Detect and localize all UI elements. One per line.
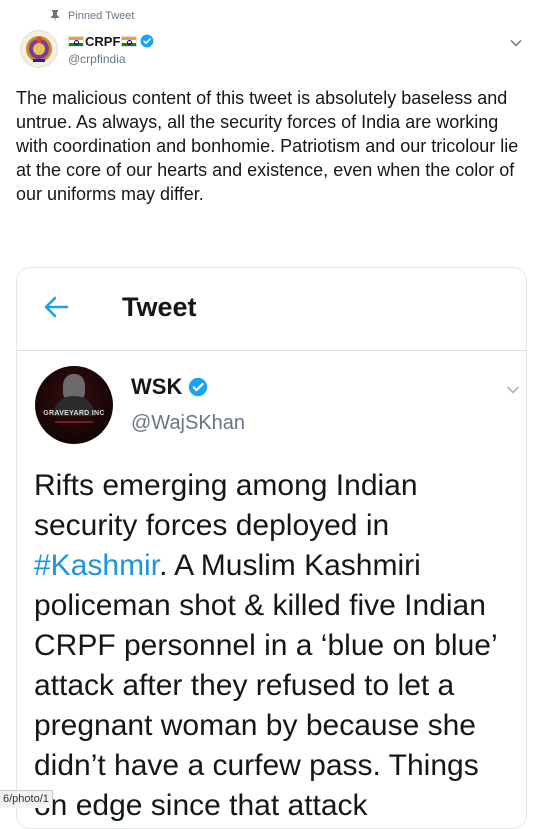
status-bar-url: 6/photo/1 bbox=[0, 790, 53, 808]
chevron-down-icon[interactable] bbox=[510, 34, 522, 47]
pinned-tweet-indicator: Pinned Tweet bbox=[50, 10, 134, 22]
screenshot-author-block: WSK @WajSKhan bbox=[131, 374, 245, 435]
screenshot-author-handle: @WajSKhan bbox=[131, 412, 246, 434]
screenshot-text-part: . A Muslim Kashmiri policeman shot & kil… bbox=[34, 549, 497, 822]
verified-badge-icon bbox=[188, 377, 208, 397]
back-arrow-icon bbox=[43, 296, 69, 318]
screenshot-author-name: WSK bbox=[131, 374, 183, 399]
verified-badge-icon bbox=[140, 34, 154, 48]
screenshot-header-title: Tweet bbox=[122, 292, 197, 322]
tweet-author-handle[interactable]: @crpfindia bbox=[68, 52, 154, 66]
pinned-tweet-label: Pinned Tweet bbox=[68, 10, 135, 22]
hashtag-link: #Kashmir bbox=[34, 549, 160, 582]
screenshot-app-header: Tweet bbox=[17, 268, 526, 351]
screenshot-text-part: Rifts emerging among Indian security for… bbox=[34, 469, 418, 542]
tweet-text: The malicious content of this tweet is a… bbox=[16, 88, 519, 204]
tweet-author-name[interactable]: CRPF bbox=[85, 34, 120, 49]
wsk-avatar: GRAVEYARD INC bbox=[35, 366, 113, 444]
india-flag-icon bbox=[121, 35, 138, 47]
tweet-author-block: CRPF @crpfindia bbox=[68, 33, 154, 66]
chevron-down-icon bbox=[506, 382, 520, 394]
avatar-logo-text: GRAVEYARD INC bbox=[43, 410, 105, 417]
india-flag-icon bbox=[68, 35, 84, 47]
embedded-screenshot-image[interactable]: Tweet GRAVEYARD INC WSK @WajSKhan Rifts … bbox=[16, 267, 527, 829]
screenshot-tweet-text: Rifts emerging among Indian security for… bbox=[34, 466, 518, 826]
crpf-avatar[interactable] bbox=[20, 30, 58, 68]
pin-icon bbox=[50, 10, 60, 22]
